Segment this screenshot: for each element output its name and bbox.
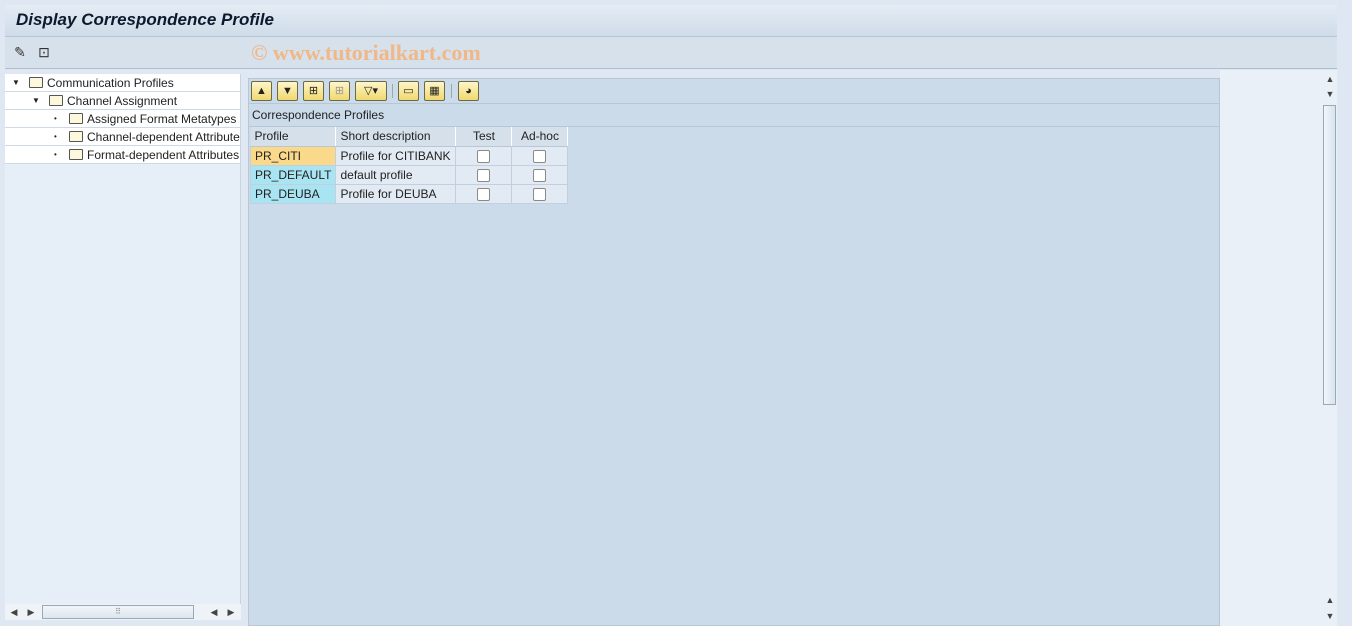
tree-item-format-dependent-attributes[interactable]: • Format-dependent Attributes [5,146,240,164]
folder-icon [69,131,83,142]
folder-icon [69,149,83,160]
find-icon[interactable]: ⊞ [303,81,324,101]
test-checkbox[interactable] [477,168,491,182]
tree-item-label: Format-dependent Attributes [87,148,240,162]
find-next-icon[interactable]: ⊞ [329,81,350,101]
graphic-icon[interactable]: ◕ [458,81,479,101]
ad-hoc-checkbox[interactable] [533,187,547,201]
tree-item-assigned-format-metatypes[interactable]: • Assigned Format Metatypes [5,110,240,128]
profile-cell[interactable]: PR_DEUBA [249,183,337,204]
bullet-icon: • [54,132,57,141]
title-bar: Display Correspondence Profile [5,5,1337,37]
filter-icon[interactable]: ▼ [277,81,298,101]
tree-item-channel-assignment[interactable]: ▼ Channel Assignment [5,92,240,110]
application-toolbar: ✎ ⊡ © www.tutorialkart.com [5,37,1337,69]
column-header-test[interactable]: Test [455,127,513,147]
scroll-left-icon[interactable]: ◀ [207,606,221,618]
column-header-ad-hoc[interactable]: Ad-hoc [511,127,569,147]
table-row[interactable]: PR_DEFAULT default profile [249,164,569,185]
expand-arrow-icon[interactable]: ▼ [32,92,40,109]
scroll-up-icon[interactable]: ▲ [1323,73,1337,85]
scroll-down-icon[interactable]: ▼ [1323,88,1337,100]
alv-grid: ▲ ▼ ⊞ ⊞ ▽▾ ▭ ▦ ◕ Correspondence Profiles… [248,78,1220,626]
folder-icon [49,95,63,106]
tree-horizontal-scrollbar[interactable]: ◀ ▶ ⠿ ◀ ▶ [5,604,241,620]
bullet-icon: • [54,114,57,123]
table-header: Profile Short description Test Ad-hoc [250,127,569,147]
scroll-right-icon[interactable]: ▶ [24,606,38,618]
tree-item-label: Assigned Format Metatypes [87,112,237,126]
ad-hoc-checkbox[interactable] [533,149,547,163]
separator [451,84,452,98]
tree-item-label: Communication Profiles [47,76,174,90]
scrollbar-thumb[interactable] [1323,105,1336,405]
test-checkbox[interactable] [477,149,491,163]
column-header-profile[interactable]: Profile [250,127,337,147]
scroll-up-icon[interactable]: ▲ [1323,594,1337,606]
description-cell[interactable]: Profile for DEUBA [335,183,457,204]
scroll-left-icon[interactable]: ◀ [7,606,21,618]
alv-title: Correspondence Profiles [249,104,1219,127]
vertical-scrollbar[interactable]: ▲ ▼ ▲ ▼ [1322,70,1337,626]
separator [392,84,393,98]
table-row[interactable]: PR_CITI Profile for CITIBANK [249,145,569,166]
page-title: Display Correspondence Profile [16,10,274,29]
set-filter-icon[interactable]: ▽▾ [355,81,387,101]
profile-cell[interactable]: PR_DEFAULT [249,164,337,185]
tree-item-channel-dependent-attributes[interactable]: • Channel-dependent Attributes [5,128,240,146]
column-header-short-description[interactable]: Short description [335,127,457,147]
profile-cell[interactable]: PR_CITI [249,145,337,166]
display-change-icon[interactable]: ✎ [11,43,29,61]
tree-item-label: Channel Assignment [67,94,178,108]
scrollbar-thumb[interactable]: ⠿ [42,605,194,619]
tree-item-label: Channel-dependent Attributes [87,130,240,144]
folder-icon [69,113,83,124]
description-cell[interactable]: Profile for CITIBANK [335,145,457,166]
description-cell[interactable]: default profile [335,164,457,185]
tree-item-communication-profiles[interactable]: ▼ Communication Profiles [5,74,240,92]
other-object-icon[interactable]: ⊡ [35,43,53,61]
ad-hoc-checkbox[interactable] [533,168,547,182]
watermark: © www.tutorialkart.com [251,40,481,65]
right-pane [1220,70,1322,626]
details-icon[interactable]: ▲ [251,81,272,101]
pane-splitter[interactable] [241,74,247,626]
print-icon[interactable]: ▭ [398,81,419,101]
bullet-icon: • [54,150,57,159]
expand-arrow-icon[interactable]: ▼ [12,74,20,91]
navigation-tree: ▼ Communication Profiles ▼ Channel Assig… [5,74,241,604]
scroll-down-icon[interactable]: ▼ [1323,610,1337,622]
profiles-table: Profile Short description Test Ad-hoc PR… [249,127,569,204]
folder-open-icon [29,77,43,88]
table-row[interactable]: PR_DEUBA Profile for DEUBA [249,183,569,204]
alv-toolbar: ▲ ▼ ⊞ ⊞ ▽▾ ▭ ▦ ◕ [249,79,1219,104]
test-checkbox[interactable] [477,187,491,201]
layout-icon[interactable]: ▦ [424,81,445,101]
scroll-right-icon[interactable]: ▶ [224,606,238,618]
